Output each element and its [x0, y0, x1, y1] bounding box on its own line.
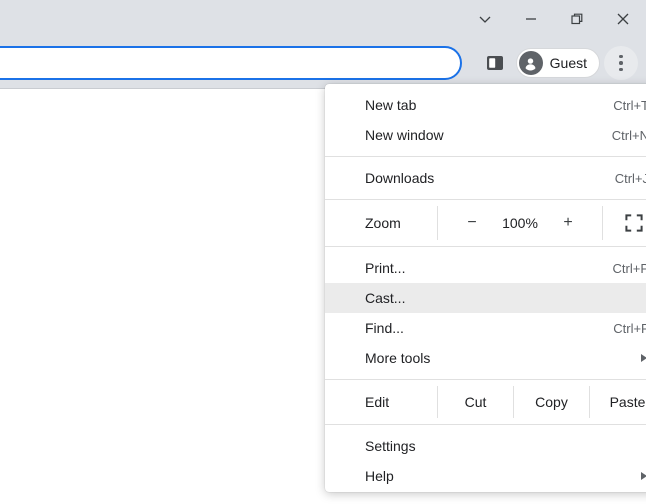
- menu-item-help[interactable]: Help: [325, 461, 646, 491]
- zoom-in-button[interactable]: +: [559, 214, 577, 232]
- restore-icon: [571, 13, 583, 25]
- menu-item-cast[interactable]: Cast...: [325, 283, 646, 313]
- side-panel-button[interactable]: [478, 46, 512, 80]
- menu-item-new-tab[interactable]: New tab Ctrl+T: [325, 90, 646, 120]
- menu-row-edit: Edit Cut Copy Paste: [325, 386, 646, 418]
- person-icon: [525, 57, 536, 70]
- menu-item-more-tools[interactable]: More tools: [325, 343, 646, 373]
- avatar: [518, 51, 543, 75]
- toolbar-actions: Guest: [478, 38, 638, 88]
- title-bar: [0, 0, 646, 38]
- menu-item-label: New tab: [365, 97, 417, 113]
- menu-separator: [325, 424, 646, 425]
- cut-button[interactable]: Cut: [437, 386, 513, 418]
- profile-label: Guest: [549, 55, 587, 71]
- browser-window: Guest New tab Ctrl+T New window Ctrl+N D…: [0, 0, 646, 504]
- tab-search-button[interactable]: [462, 0, 508, 38]
- menu-item-label: Print...: [365, 260, 406, 276]
- side-panel-icon: [486, 56, 503, 70]
- menu-item-shortcut: Ctrl+P: [612, 260, 646, 276]
- close-icon: [617, 13, 629, 25]
- menu-item-find[interactable]: Find... Ctrl+F: [325, 313, 646, 343]
- zoom-out-button[interactable]: −: [463, 214, 481, 232]
- fullscreen-icon: [625, 214, 643, 232]
- window-controls: [462, 0, 646, 38]
- menu-item-shortcut: Ctrl+T: [613, 97, 646, 113]
- menu-item-settings[interactable]: Settings: [325, 431, 646, 461]
- menu-item-label: Help: [365, 468, 394, 484]
- chevron-down-icon: [479, 16, 491, 23]
- menu-item-downloads[interactable]: Downloads Ctrl+J: [325, 163, 646, 193]
- address-bar[interactable]: [0, 46, 462, 80]
- minimize-icon: [526, 18, 536, 20]
- menu-separator: [325, 379, 646, 380]
- submenu-arrow-icon: [641, 472, 646, 480]
- fullscreen-button[interactable]: [603, 206, 646, 240]
- copy-button[interactable]: Copy: [513, 386, 589, 418]
- menu-item-shortcut: Ctrl+J: [614, 170, 646, 186]
- menu-item-new-window[interactable]: New window Ctrl+N: [325, 120, 646, 150]
- menu-item-shortcut: Ctrl+F: [613, 320, 646, 336]
- three-dot-menu-icon: [619, 61, 623, 65]
- menu-separator: [325, 246, 646, 247]
- menu-item-shortcut: Ctrl+N: [611, 127, 646, 143]
- edit-label: Edit: [365, 394, 390, 410]
- menu-separator: [325, 156, 646, 157]
- menu-item-label: New window: [365, 127, 444, 143]
- menu-separator: [325, 199, 646, 200]
- menu-item-print[interactable]: Print... Ctrl+P: [325, 253, 646, 283]
- minimize-button[interactable]: [508, 0, 554, 38]
- three-dot-menu-icon: [619, 54, 623, 59]
- restore-button[interactable]: [554, 0, 600, 38]
- close-button[interactable]: [600, 0, 646, 38]
- menu-item-label: Settings: [365, 438, 416, 454]
- menu-item-label: More tools: [365, 350, 431, 366]
- chrome-menu-button[interactable]: [604, 46, 638, 80]
- zoom-level: 100%: [502, 215, 538, 231]
- menu-item-label: Cast...: [365, 290, 406, 306]
- paste-button[interactable]: Paste: [589, 386, 646, 418]
- chrome-main-menu: New tab Ctrl+T New window Ctrl+N Downloa…: [325, 84, 646, 492]
- submenu-arrow-icon: [641, 354, 646, 362]
- menu-item-label: Downloads: [365, 170, 435, 186]
- menu-row-zoom: Zoom − 100% +: [325, 206, 646, 240]
- zoom-label: Zoom: [365, 215, 401, 231]
- menu-item-label: Find...: [365, 320, 404, 336]
- three-dot-menu-icon: [619, 67, 623, 72]
- profile-button[interactable]: Guest: [515, 48, 600, 78]
- zoom-controls: − 100% +: [437, 206, 603, 240]
